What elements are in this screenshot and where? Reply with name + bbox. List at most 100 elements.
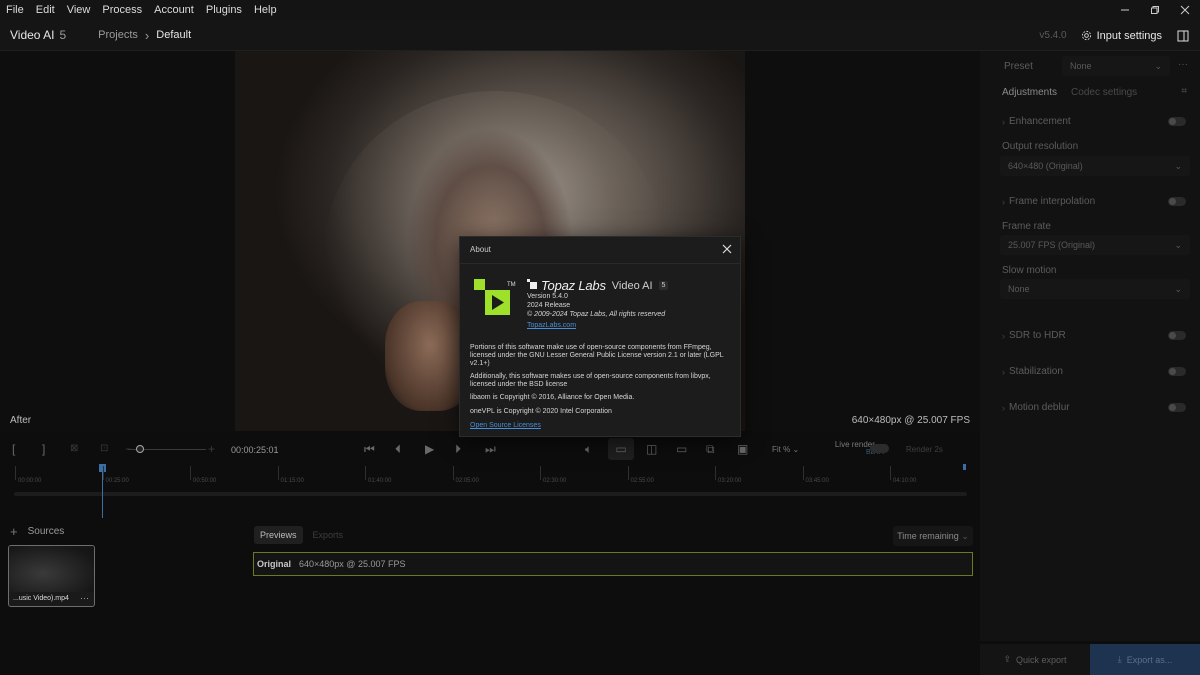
more-icon[interactable]: ··· <box>1178 59 1188 70</box>
step-forward-icon[interactable]: ⏵ <box>455 442 461 457</box>
fit-zoom-dropdown[interactable]: Fit % ⌄ <box>772 445 799 454</box>
website-link[interactable]: TopazLabs.com <box>527 322 576 329</box>
volume-icon[interactable]: 🔈︎ <box>585 442 592 457</box>
minimize-icon[interactable] <box>1110 0 1140 20</box>
step-back-icon[interactable]: ⏴ <box>395 442 401 457</box>
timeline-tick-label: 03:45:00 <box>805 478 829 484</box>
input-settings-button[interactable]: Input settings <box>1081 30 1162 42</box>
open-source-licenses-link[interactable]: Open Source Licenses <box>470 422 541 429</box>
libvpx-notice: Additionally, this software makes use of… <box>470 373 711 388</box>
timeline-tick <box>627 466 629 480</box>
mark-out-icon[interactable]: ] <box>42 442 45 456</box>
trim-icon[interactable]: ⊡ <box>100 443 108 454</box>
timeline-tick <box>802 466 804 480</box>
play-icon[interactable]: ▶ <box>425 442 434 456</box>
sdr-to-hdr-label[interactable]: SDR to HDR <box>1009 330 1066 341</box>
stabilization-toggle[interactable] <box>1168 367 1186 376</box>
mark-in-icon[interactable]: [ <box>12 442 15 456</box>
export-as-button[interactable]: ⤓ Export as... <box>1090 644 1200 675</box>
render-button[interactable]: Render 2s <box>906 445 943 454</box>
timeline-tick <box>277 466 279 480</box>
menu-file[interactable]: File <box>0 0 30 20</box>
chevron-right-icon: › <box>1002 196 1005 207</box>
frame-rate-dropdown[interactable]: 25.007 FPS (Original) ⌄ <box>1000 235 1190 255</box>
tab-codec-settings[interactable]: Codec settings <box>1071 87 1137 98</box>
ffmpeg-notice: Portions of this software make use of op… <box>470 344 724 367</box>
clear-marks-icon[interactable]: ⊠ <box>70 443 78 454</box>
chevron-right-icon: › <box>1002 116 1005 127</box>
more-icon[interactable]: ··· <box>80 593 89 603</box>
restore-icon[interactable] <box>1140 0 1170 20</box>
single-view-icon[interactable]: ▭ <box>608 438 634 460</box>
skip-to-end-icon[interactable]: ⏭ <box>485 442 496 457</box>
side-by-side-icon[interactable]: ▭ <box>676 442 687 456</box>
timeline-tick-label: 02:55:00 <box>630 478 654 484</box>
menu-plugins[interactable]: Plugins <box>200 0 248 20</box>
split-view-icon[interactable]: ◫ <box>646 442 657 456</box>
motion-deblur-label[interactable]: Motion deblur <box>1009 402 1070 413</box>
chevron-down-icon: ⌄ <box>1174 283 1182 294</box>
tab-adjustments[interactable]: Adjustments <box>1002 87 1057 98</box>
live-render-toggle[interactable] <box>870 444 889 453</box>
timeline-track[interactable] <box>14 492 967 496</box>
overlay-view-icon[interactable]: ▣ <box>737 442 748 456</box>
quick-export-button[interactable]: ⇪ Quick export <box>980 644 1090 675</box>
gear-icon <box>1081 30 1091 41</box>
preset-dropdown[interactable]: None ⌄ <box>1062 56 1170 76</box>
stabilization-label[interactable]: Stabilization <box>1009 366 1063 377</box>
tab-exports[interactable]: Exports <box>307 526 350 544</box>
enhancement-toggle[interactable] <box>1168 117 1186 126</box>
timeline[interactable]: 00:00:00 00:25:00 00:50:00 01:15:00 01:40:00… <box>12 462 967 518</box>
tab-previews[interactable]: Previews <box>254 526 303 544</box>
timeline-tick-label: 02:30:00 <box>543 478 567 484</box>
menu-process[interactable]: Process <box>96 0 148 20</box>
settings-panel: Preset None ⌄ ··· Adjustments Codec setti… <box>980 51 1200 641</box>
source-filename: ...usic Video).mp4 <box>13 595 69 602</box>
source-thumbnail[interactable]: ...usic Video).mp4 ··· <box>8 545 95 607</box>
slow-motion-label: Slow motion <box>1002 265 1057 276</box>
copyright-line: © 2009-2024 Topaz Labs, All rights reser… <box>527 311 666 318</box>
version-line: Version 5.4.0 <box>527 293 568 300</box>
app-name: Video AI <box>10 28 55 42</box>
compare-view-icon[interactable]: ⧉ <box>706 442 715 457</box>
time-remaining-dropdown[interactable]: Time remaining ⌄ <box>893 526 973 546</box>
about-brand: Topaz Labs Video AI 5 <box>527 278 669 293</box>
slow-motion-dropdown[interactable]: None ⌄ <box>1000 279 1190 299</box>
add-source-icon[interactable]: + <box>10 524 18 539</box>
menu-view[interactable]: View <box>61 0 97 20</box>
previews-tabs: Previews Exports <box>254 526 353 544</box>
timeline-tick-label: 01:40:00 <box>368 478 392 484</box>
close-icon[interactable] <box>720 242 734 256</box>
chevron-down-icon: ⌄ <box>961 530 969 541</box>
app-version-badge: 5 <box>59 28 67 42</box>
timeline-tick <box>365 466 366 480</box>
timeline-tick-label: 00:25:00 <box>105 478 129 484</box>
sdr-to-hdr-toggle[interactable] <box>1168 331 1186 340</box>
topaz-logo: TM <box>474 279 516 315</box>
frame-interpolation-toggle[interactable] <box>1168 197 1186 206</box>
onevpl-notice: oneVPL is Copyright © 2020 Intel Corpora… <box>470 408 612 415</box>
timeline-tick <box>890 466 891 480</box>
menu-help[interactable]: Help <box>248 0 283 20</box>
close-window-icon[interactable] <box>1170 0 1200 20</box>
timeline-tick-label: 02:05:00 <box>455 478 479 484</box>
menu-edit[interactable]: Edit <box>30 0 61 20</box>
crop-icon[interactable]: ⌗ <box>1181 86 1187 97</box>
enhancement-label[interactable]: Enhancement <box>1009 116 1071 127</box>
breadcrumb-projects[interactable]: Projects <box>98 29 138 41</box>
product-name: Video AI <box>611 279 653 292</box>
zoom-in-icon[interactable]: + <box>208 442 215 456</box>
chevron-down-icon: ⌄ <box>1154 60 1162 71</box>
panel-toggle-icon[interactable] <box>1172 25 1194 47</box>
original-preview-row[interactable]: Original 640×480px @ 25.007 FPS <box>253 552 973 576</box>
frame-interpolation-label[interactable]: Frame interpolation <box>1009 196 1095 207</box>
chevron-right-icon: › <box>144 27 150 43</box>
motion-deblur-toggle[interactable] <box>1168 403 1186 412</box>
brand-name: Topaz Labs <box>541 278 606 293</box>
output-resolution-dropdown[interactable]: 640×480 (Original) ⌄ <box>1000 156 1190 176</box>
zoom-slider-handle[interactable] <box>136 445 144 453</box>
menu-account[interactable]: Account <box>148 0 200 20</box>
timeline-tick-label: 00:00:00 <box>18 478 42 484</box>
skip-to-start-icon[interactable]: ⏮ <box>364 442 375 457</box>
frame-rate-label: Frame rate <box>1002 221 1051 232</box>
